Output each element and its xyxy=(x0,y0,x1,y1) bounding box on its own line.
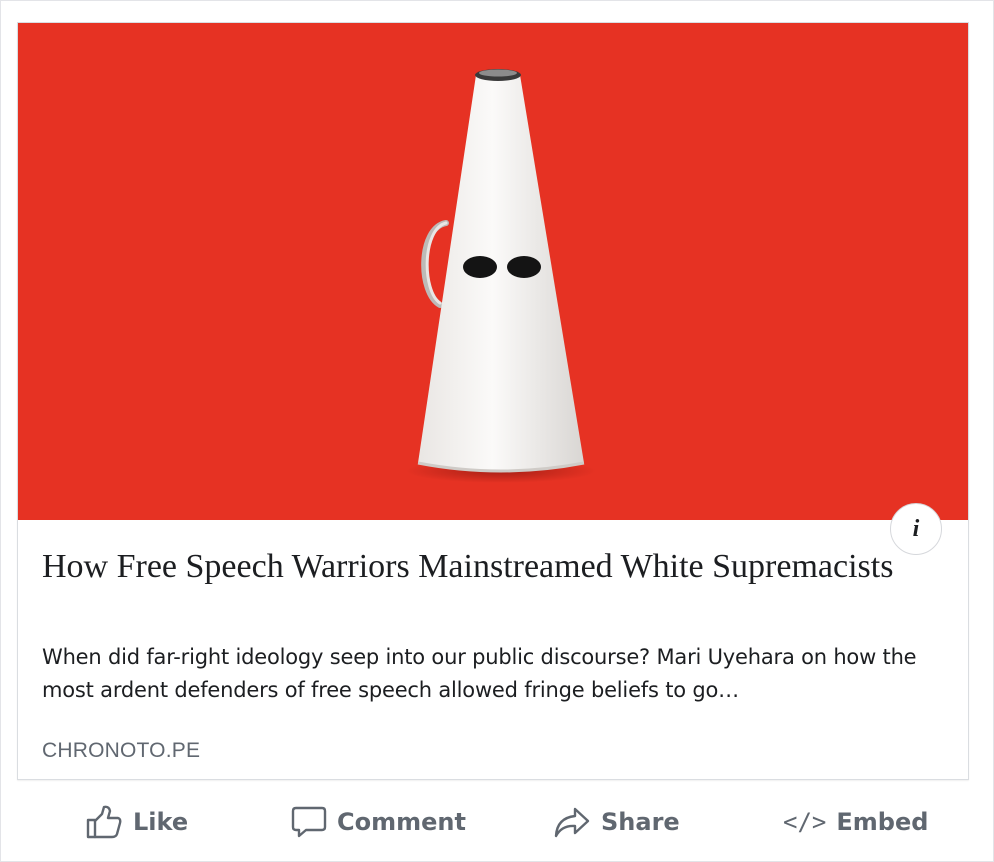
info-icon: i xyxy=(912,515,920,542)
share-label: Share xyxy=(601,808,680,836)
article-description: When did far-right ideology seep into ou… xyxy=(42,645,917,702)
embed-label: Embed xyxy=(836,808,929,836)
article-image[interactable] xyxy=(18,23,968,520)
action-bar: Like Comment Share </> Embed xyxy=(1,791,994,853)
link-preview-card[interactable]: i How Free Speech Warriors Mainstreamed … xyxy=(17,22,969,780)
comment-button[interactable]: Comment xyxy=(291,791,466,853)
article-title[interactable]: How Free Speech Warriors Mainstreamed Wh… xyxy=(42,545,922,588)
share-button[interactable]: Share xyxy=(553,791,680,853)
share-arrow-icon xyxy=(553,805,591,839)
source-domain: CHRONOTO.PE xyxy=(42,739,201,762)
megaphone-hood-illustration xyxy=(406,69,596,483)
embed-frame: i How Free Speech Warriors Mainstreamed … xyxy=(0,0,994,862)
thumbs-up-icon xyxy=(85,805,123,839)
code-brackets-icon: </> xyxy=(783,808,827,836)
like-label: Like xyxy=(133,808,189,836)
embed-button[interactable]: </> Embed xyxy=(783,791,928,853)
comment-label: Comment xyxy=(337,808,466,836)
like-button[interactable]: Like xyxy=(85,791,188,853)
speech-bubble-icon xyxy=(291,805,327,839)
